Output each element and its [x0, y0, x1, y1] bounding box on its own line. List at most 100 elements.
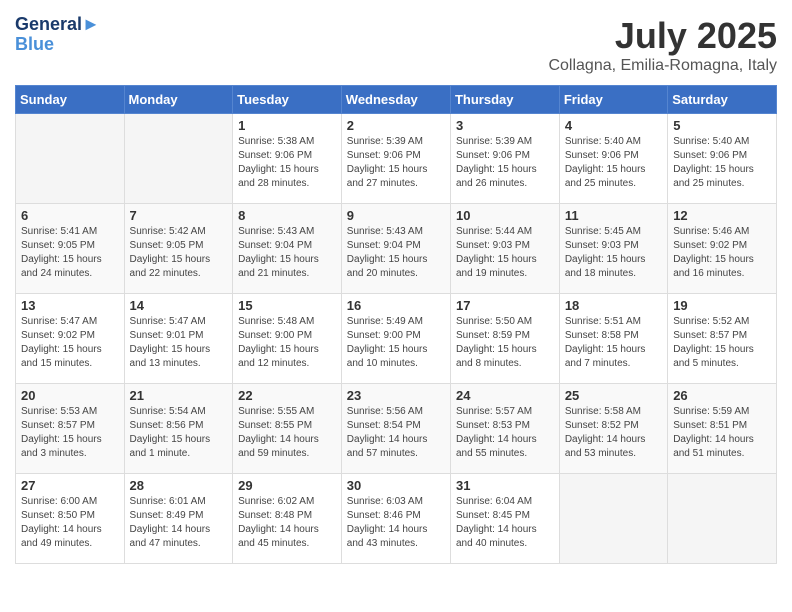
weekday-header: Thursday — [450, 86, 559, 114]
day-number: 24 — [456, 388, 554, 403]
day-info: Sunrise: 5:43 AMSunset: 9:04 PMDaylight:… — [347, 225, 445, 281]
day-number: 1 — [238, 118, 336, 133]
day-number: 12 — [673, 208, 771, 223]
day-number: 31 — [456, 478, 554, 493]
calendar-cell: 2Sunrise: 5:39 AMSunset: 9:06 PMDaylight… — [341, 114, 450, 204]
day-info: Sunrise: 5:43 AMSunset: 9:04 PMDaylight:… — [238, 225, 336, 281]
day-number: 4 — [565, 118, 662, 133]
day-info: Sunrise: 5:55 AMSunset: 8:55 PMDaylight:… — [238, 405, 336, 461]
day-info: Sunrise: 5:47 AMSunset: 9:01 PMDaylight:… — [130, 315, 228, 371]
day-number: 19 — [673, 298, 771, 313]
day-info: Sunrise: 5:48 AMSunset: 9:00 PMDaylight:… — [238, 315, 336, 371]
weekday-header: Monday — [124, 86, 233, 114]
page-header: General► Blue July 2025 Collagna, Emilia… — [15, 15, 777, 75]
calendar-cell: 19 Sunrise: 5:52 AMSunset: 8:57 PMDayligh… — [668, 294, 777, 384]
weekday-header: Tuesday — [233, 86, 342, 114]
logo-blue: Blue — [15, 35, 100, 55]
calendar-cell: 23 Sunrise: 5:56 AMSunset: 8:54 PMDayligh… — [341, 384, 450, 474]
day-number: 23 — [347, 388, 445, 403]
day-number: 22 — [238, 388, 336, 403]
day-number: 25 — [565, 388, 662, 403]
day-number: 29 — [238, 478, 336, 493]
day-info: Sunrise: 6:00 AMSunset: 8:50 PMDaylight:… — [21, 495, 119, 551]
day-number: 26 — [673, 388, 771, 403]
day-number: 9 — [347, 208, 445, 223]
day-info: Sunrise: 5:52 AMSunset: 8:57 PMDaylight:… — [673, 315, 771, 371]
weekday-header: Saturday — [668, 86, 777, 114]
calendar-cell: 4 Sunrise: 5:40 AMSunset: 9:06 PMDaylight… — [559, 114, 667, 204]
logo-text: General► — [15, 15, 100, 35]
day-info: Sunrise: 5:51 AMSunset: 8:58 PMDaylight:… — [565, 315, 662, 371]
day-info: Sunrise: 5:54 AMSunset: 8:56 PMDaylight:… — [130, 405, 228, 461]
calendar-cell — [668, 474, 777, 564]
day-info: Sunrise: 5:41 AMSunset: 9:05 PMDaylight:… — [21, 225, 119, 281]
day-info: Sunrise: 5:40 AMSunset: 9:06 PMDaylight:… — [565, 135, 662, 191]
calendar-cell — [124, 114, 233, 204]
calendar-cell: 29 Sunrise: 6:02 AMSunset: 8:48 PMDayligh… — [233, 474, 342, 564]
day-info: Sunrise: 5:59 AMSunset: 8:51 PMDaylight:… — [673, 405, 771, 461]
day-info: Sunrise: 5:47 AMSunset: 9:02 PMDaylight:… — [21, 315, 119, 371]
calendar-cell — [16, 114, 125, 204]
day-info: Sunrise: 5:56 AMSunset: 8:54 PMDaylight:… — [347, 405, 445, 461]
day-info: Sunrise: 5:53 AMSunset: 8:57 PMDaylight:… — [21, 405, 119, 461]
day-info: Sunrise: 5:40 AMSunset: 9:06 PMDaylight:… — [673, 135, 771, 191]
calendar-cell — [559, 474, 667, 564]
weekday-header-row: SundayMondayTuesdayWednesdayThursdayFrid… — [16, 86, 777, 114]
calendar-week-row: 13 Sunrise: 5:47 AMSunset: 9:02 PMDayligh… — [16, 294, 777, 384]
location-title: Collagna, Emilia-Romagna, Italy — [548, 57, 777, 75]
day-number: 5 — [673, 118, 771, 133]
day-number: 15 — [238, 298, 336, 313]
day-number: 6 — [21, 208, 119, 223]
day-info: Sunrise: 5:42 AMSunset: 9:05 PMDaylight:… — [130, 225, 228, 281]
day-number: 21 — [130, 388, 228, 403]
day-info: Sunrise: 6:01 AMSunset: 8:49 PMDaylight:… — [130, 495, 228, 551]
day-info: Sunrise: 6:02 AMSunset: 8:48 PMDaylight:… — [238, 495, 336, 551]
day-number: 13 — [21, 298, 119, 313]
day-info: Sunrise: 5:39 AMSunset: 9:06 PMDaylight:… — [456, 135, 554, 191]
calendar-week-row: 1 Sunrise: 5:38 AMSunset: 9:06 PMDaylight… — [16, 114, 777, 204]
day-number: 3 — [456, 118, 554, 133]
day-number: 28 — [130, 478, 228, 493]
calendar-table: SundayMondayTuesdayWednesdayThursdayFrid… — [15, 85, 777, 564]
calendar-cell: 20Sunrise: 5:53 AMSunset: 8:57 PMDayligh… — [16, 384, 125, 474]
calendar-cell: 7Sunrise: 5:42 AMSunset: 9:05 PMDaylight… — [124, 204, 233, 294]
calendar-cell: 3 Sunrise: 5:39 AMSunset: 9:06 PMDaylight… — [450, 114, 559, 204]
day-number: 2 — [347, 118, 445, 133]
calendar-week-row: 27 Sunrise: 6:00 AMSunset: 8:50 PMDayligh… — [16, 474, 777, 564]
calendar-cell: 26 Sunrise: 5:59 AMSunset: 8:51 PMDayligh… — [668, 384, 777, 474]
day-info: Sunrise: 5:49 AMSunset: 9:00 PMDaylight:… — [347, 315, 445, 371]
day-info: Sunrise: 5:46 AMSunset: 9:02 PMDaylight:… — [673, 225, 771, 281]
day-number: 14 — [130, 298, 228, 313]
calendar-cell: 6 Sunrise: 5:41 AMSunset: 9:05 PMDaylight… — [16, 204, 125, 294]
day-number: 27 — [21, 478, 119, 493]
calendar-cell: 9 Sunrise: 5:43 AMSunset: 9:04 PMDaylight… — [341, 204, 450, 294]
calendar-cell: 17Sunrise: 5:50 AMSunset: 8:59 PMDayligh… — [450, 294, 559, 384]
day-number: 11 — [565, 208, 662, 223]
calendar-cell: 18 Sunrise: 5:51 AMSunset: 8:58 PMDayligh… — [559, 294, 667, 384]
day-info: Sunrise: 6:03 AMSunset: 8:46 PMDaylight:… — [347, 495, 445, 551]
calendar-cell: 27 Sunrise: 6:00 AMSunset: 8:50 PMDayligh… — [16, 474, 125, 564]
calendar-cell: 1 Sunrise: 5:38 AMSunset: 9:06 PMDaylight… — [233, 114, 342, 204]
weekday-header: Wednesday — [341, 86, 450, 114]
calendar-cell: 24Sunrise: 5:57 AMSunset: 8:53 PMDayligh… — [450, 384, 559, 474]
calendar-cell: 22 Sunrise: 5:55 AMSunset: 8:55 PMDayligh… — [233, 384, 342, 474]
calendar-cell: 25Sunrise: 5:58 AMSunset: 8:52 PMDayligh… — [559, 384, 667, 474]
calendar-cell: 15 Sunrise: 5:48 AMSunset: 9:00 PMDayligh… — [233, 294, 342, 384]
day-number: 10 — [456, 208, 554, 223]
calendar-week-row: 6 Sunrise: 5:41 AMSunset: 9:05 PMDaylight… — [16, 204, 777, 294]
day-number: 18 — [565, 298, 662, 313]
day-number: 16 — [347, 298, 445, 313]
weekday-header: Sunday — [16, 86, 125, 114]
day-info: Sunrise: 5:38 AMSunset: 9:06 PMDaylight:… — [238, 135, 336, 191]
calendar-cell: 21 Sunrise: 5:54 AMSunset: 8:56 PMDayligh… — [124, 384, 233, 474]
day-number: 30 — [347, 478, 445, 493]
calendar-cell: 28 Sunrise: 6:01 AMSunset: 8:49 PMDayligh… — [124, 474, 233, 564]
month-title: July 2025 — [548, 15, 777, 57]
calendar-cell: 5 Sunrise: 5:40 AMSunset: 9:06 PMDaylight… — [668, 114, 777, 204]
day-info: Sunrise: 5:50 AMSunset: 8:59 PMDaylight:… — [456, 315, 554, 371]
calendar-cell: 14 Sunrise: 5:47 AMSunset: 9:01 PMDayligh… — [124, 294, 233, 384]
calendar-cell: 13 Sunrise: 5:47 AMSunset: 9:02 PMDayligh… — [16, 294, 125, 384]
calendar-cell: 8Sunrise: 5:43 AMSunset: 9:04 PMDaylight… — [233, 204, 342, 294]
day-info: Sunrise: 5:45 AMSunset: 9:03 PMDaylight:… — [565, 225, 662, 281]
calendar-cell: 12 Sunrise: 5:46 AMSunset: 9:02 PMDayligh… — [668, 204, 777, 294]
